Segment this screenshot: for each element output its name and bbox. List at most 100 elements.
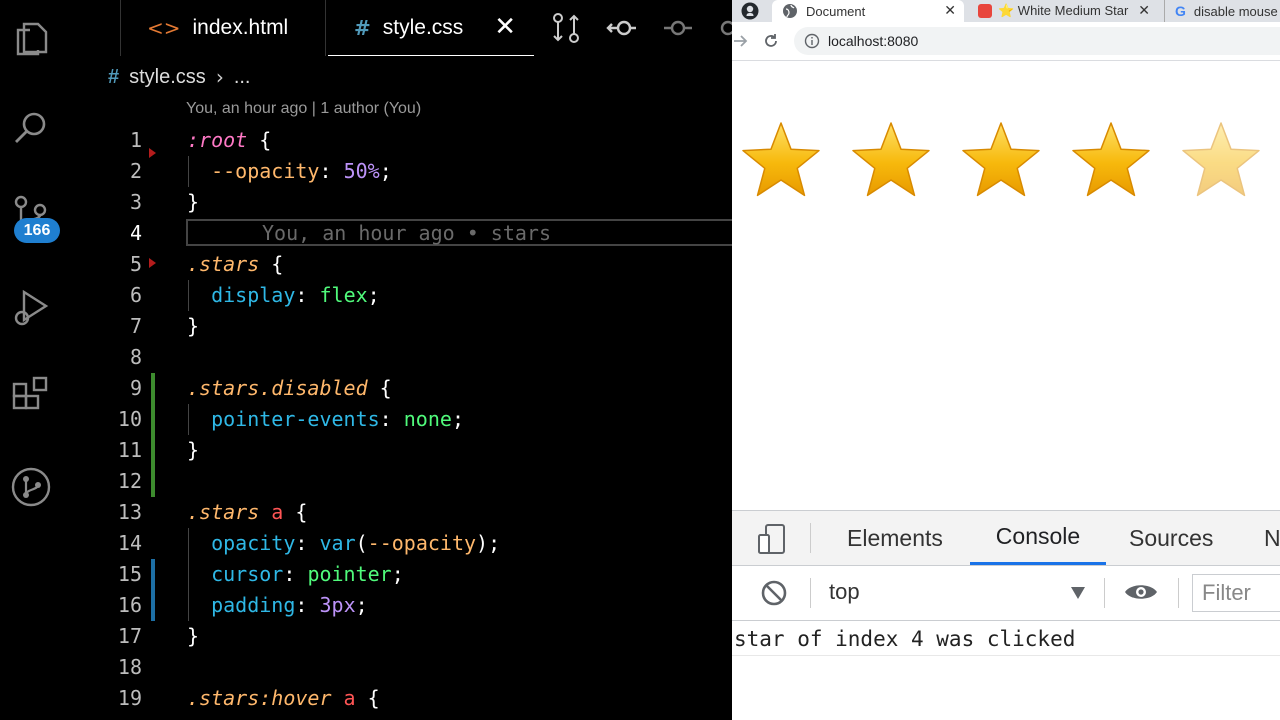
browser-window: Document ✕ ⭐ White Medium Star ✕ G disab… — [732, 0, 1280, 720]
toolbar-divider — [1104, 578, 1105, 608]
code-area[interactable]: 1 :root { 2 --opacity: 50%; 3 } 4 You, a… — [0, 125, 732, 714]
close-icon[interactable]: ✕ — [944, 3, 956, 19]
hash-icon: # — [108, 65, 120, 88]
git-added-marker[interactable] — [151, 435, 155, 466]
next-change-icon[interactable] — [714, 10, 732, 46]
compare-changes-icon[interactable] — [548, 10, 584, 46]
breadcrumb-file[interactable]: style.css — [129, 66, 206, 89]
semicolon: ; — [355, 593, 368, 617]
address-bar[interactable]: localhost:8080 — [794, 27, 1280, 55]
property: cursor — [211, 562, 284, 586]
code-line: 14 opacity: var(--opacity); — [0, 528, 732, 559]
paren: ); — [476, 531, 501, 555]
code-line: 3 } — [0, 187, 732, 218]
git-modified-marker[interactable] — [151, 590, 155, 621]
github-icon[interactable] — [740, 1, 760, 21]
forward-icon[interactable] — [732, 33, 750, 49]
commit-icon[interactable] — [660, 10, 696, 46]
argument: --opacity — [367, 531, 477, 555]
brace: { — [367, 376, 392, 400]
log-divider — [732, 655, 1280, 656]
star-2-icon[interactable] — [852, 122, 930, 197]
code-text: .stars a { — [187, 497, 307, 528]
info-icon[interactable] — [804, 33, 820, 49]
google-icon: G — [1175, 3, 1186, 19]
line-number: 16 — [117, 593, 142, 617]
tab-network[interactable]: N — [1264, 511, 1280, 565]
property: --opacity — [211, 159, 320, 183]
browser-tab-search[interactable]: G disable mouse — [1164, 0, 1280, 22]
code-text: .stars { — [187, 249, 283, 280]
close-icon[interactable]: ✕ — [1138, 3, 1150, 19]
breadcrumb[interactable]: # style.css › ... — [108, 62, 250, 92]
device-toolbar-icon[interactable] — [756, 523, 788, 555]
dropdown-arrow-icon[interactable] — [1070, 586, 1086, 600]
code-line: 13 .stars a { — [0, 497, 732, 528]
property: padding — [211, 593, 296, 617]
git-added-marker[interactable] — [151, 404, 155, 435]
line-number: 6 — [129, 283, 142, 307]
code-text: } — [187, 314, 200, 338]
line-number: 9 — [129, 376, 142, 400]
line-number: 14 — [117, 531, 142, 555]
colon: : — [319, 159, 344, 183]
clear-console-icon[interactable] — [760, 579, 788, 607]
devtools-panel: Elements Console Sources N top Filter st… — [732, 510, 1280, 720]
selector: .stars.disabled — [187, 376, 368, 400]
star-3-icon[interactable] — [962, 122, 1040, 197]
line-number: 3 — [129, 190, 142, 214]
star-5-icon[interactable] — [1182, 122, 1260, 197]
toolbar-divider — [810, 523, 811, 553]
console-filter-input[interactable]: Filter — [1192, 574, 1280, 612]
code-line: 7 } — [0, 311, 732, 342]
code-text: .stars:hover a { — [187, 683, 380, 714]
code-line: 1 :root { — [0, 125, 732, 158]
star-1-icon[interactable] — [742, 122, 820, 197]
tab-elements[interactable]: Elements — [847, 511, 943, 565]
line-number: 17 — [117, 624, 142, 648]
browser-tab-label: disable mouse — [1193, 3, 1278, 19]
colon: : — [295, 593, 320, 617]
line-number: 1 — [129, 128, 142, 152]
git-added-marker[interactable] — [151, 373, 155, 404]
codelens-blame[interactable]: You, an hour ago | 1 author (You) — [186, 100, 421, 118]
context-select[interactable]: top — [829, 579, 860, 605]
browser-tab-label: ⭐ White Medium Star — [998, 3, 1129, 18]
reload-icon[interactable] — [762, 32, 780, 50]
code-text: .stars.disabled { — [187, 373, 392, 404]
browser-tab-emoji[interactable]: ⭐ White Medium Star ✕ — [972, 0, 1158, 22]
star-rating — [742, 122, 1260, 197]
code-text: } — [187, 624, 200, 648]
previous-change-icon[interactable] — [604, 10, 640, 46]
line-number: 5 — [129, 252, 142, 276]
close-icon[interactable]: ✕ — [494, 12, 516, 42]
value: flex — [319, 283, 368, 307]
url-text: localhost:8080 — [828, 33, 919, 49]
line-number: 10 — [117, 407, 142, 431]
explorer-icon[interactable] — [8, 14, 54, 60]
code-text: cursor: pointer; — [187, 559, 404, 590]
tab-sources[interactable]: Sources — [1129, 511, 1213, 565]
browser-tab-document[interactable]: Document ✕ — [772, 0, 964, 22]
tab-console[interactable]: Console — [970, 511, 1106, 565]
eye-icon[interactable] — [1124, 581, 1158, 603]
line-number: 12 — [117, 469, 142, 493]
console-toolbar: top Filter — [732, 566, 1280, 621]
tag-selector: a — [331, 686, 356, 710]
star-4-icon[interactable] — [1072, 122, 1150, 197]
code-line: 11 } — [0, 435, 732, 466]
git-added-marker[interactable] — [151, 466, 155, 497]
semicolon: ; — [391, 562, 404, 586]
tab-style-css[interactable]: # style.css ✕ — [328, 0, 534, 56]
breadcrumb-more[interactable]: ... — [234, 66, 251, 89]
tab-index-html[interactable]: <> index.html — [120, 0, 326, 56]
browser-tab-strip: Document ✕ ⭐ White Medium Star ✕ G disab… — [732, 0, 1280, 22]
devtools-tab-bar: Elements Console Sources N — [732, 511, 1280, 566]
selector: :root — [187, 128, 248, 152]
code-line: 9 .stars.disabled { — [0, 373, 732, 404]
line-number: 2 — [129, 159, 142, 183]
fold-marker-icon — [149, 258, 156, 268]
git-modified-marker[interactable] — [151, 559, 155, 590]
selector: .stars — [187, 500, 260, 524]
globe-icon — [783, 4, 797, 18]
